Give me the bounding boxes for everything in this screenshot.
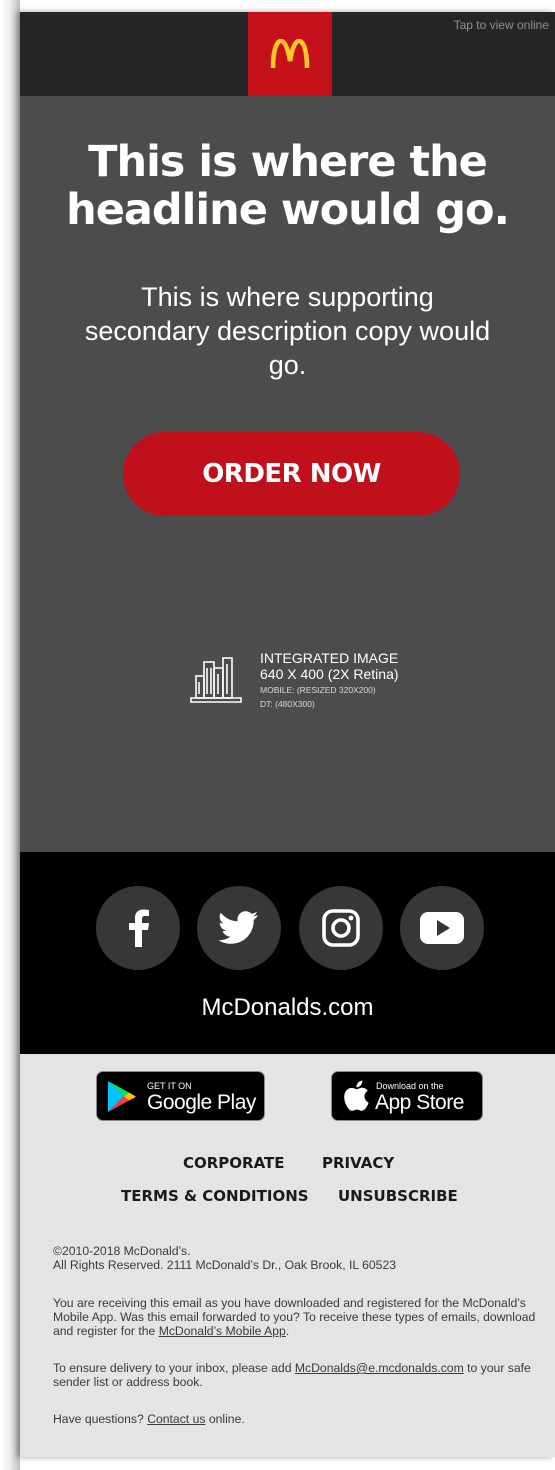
building-icon — [190, 657, 242, 703]
integrated-image-mobile: MOBILE: (RESIZED 320X200) — [260, 685, 376, 695]
copyright-line: ©2010-2018 McDonald’s. — [53, 1244, 191, 1258]
questions-notice: Have questions? Contact us online. — [53, 1412, 543, 1426]
integrated-image-title: INTEGRATED IMAGE — [260, 650, 399, 666]
google-play-big-text: Google Play — [147, 1091, 256, 1114]
delivery-notice: To ensure delivery to your inbox, please… — [53, 1361, 543, 1389]
questions-text: Have questions? — [53, 1412, 148, 1426]
terms-conditions-link[interactable]: TERMS & CONDITIONS — [121, 1187, 309, 1205]
instagram-icon — [322, 909, 360, 947]
mcdonalds-com-link[interactable]: McDonalds.com — [20, 994, 555, 1022]
page-shadow-edge — [0, 0, 20, 1470]
app-store-small-text: Download on the — [376, 1081, 444, 1091]
mcdonalds-arches-logo — [270, 39, 310, 69]
youtube-icon — [420, 912, 464, 944]
integrated-image-desktop: DT: (480X300) — [260, 699, 315, 709]
google-play-badge[interactable]: GET IT ON Google Play — [96, 1071, 265, 1121]
order-now-button[interactable]: ORDER NOW — [123, 432, 460, 516]
sender-email-link[interactable]: McDonalds@e.mcdonalds.com — [295, 1361, 464, 1375]
twitter-button[interactable] — [197, 886, 281, 970]
app-store-big-text: App Store — [375, 1091, 464, 1114]
facebook-button[interactable] — [96, 886, 180, 970]
contact-us-link[interactable]: Contact us — [147, 1412, 205, 1426]
receiving-notice: You are receiving this email as you have… — [53, 1296, 543, 1338]
delivery-text: To ensure delivery to your inbox, please… — [53, 1361, 295, 1375]
logo-box[interactable] — [248, 12, 332, 96]
online-text: online. — [205, 1412, 245, 1426]
receiving-text: You are receiving this email as you have… — [53, 1296, 536, 1338]
email-header: Tap to view online — [20, 12, 555, 96]
app-store-badge[interactable]: Download on the App Store — [331, 1071, 483, 1121]
receiving-period: . — [285, 1324, 290, 1338]
email-container: Tap to view online This is where the hea… — [20, 12, 555, 1457]
hero-section: This is where the headline would go. Thi… — [20, 96, 555, 852]
social-icons-row — [96, 886, 484, 970]
integrated-image-size: 640 X 400 (2X Retina) — [260, 666, 399, 682]
youtube-button[interactable] — [400, 886, 484, 970]
address-line: All Rights Reserved. 2111 McDonald’s Dr.… — [53, 1258, 396, 1272]
copyright-block: ©2010-2018 McDonald’s. All Rights Reserv… — [53, 1244, 543, 1272]
tap-to-view-online-link[interactable]: Tap to view online — [454, 18, 549, 32]
unsubscribe-link[interactable]: UNSUBSCRIBE — [338, 1187, 458, 1205]
email-footer: GET IT ON Google Play Download on the Ap… — [20, 1054, 555, 1457]
social-section: McDonalds.com — [20, 852, 555, 1054]
apple-icon — [344, 1080, 369, 1111]
facebook-icon — [129, 909, 149, 947]
corporate-link[interactable]: CORPORATE — [183, 1154, 285, 1172]
google-play-icon — [108, 1081, 136, 1112]
integrated-image-placeholder: INTEGRATED IMAGE 640 X 400 (2X Retina) M… — [190, 650, 430, 720]
supporting-copy: This is where supporting secondary descr… — [84, 282, 491, 380]
twitter-icon — [219, 911, 258, 944]
privacy-link[interactable]: PRIVACY — [322, 1154, 394, 1172]
mobile-app-link[interactable]: McDonald’s Mobile App — [159, 1324, 286, 1338]
google-play-small-text: GET IT ON — [147, 1081, 192, 1091]
instagram-button[interactable] — [299, 886, 383, 970]
headline: This is where the headline would go. — [66, 137, 510, 235]
